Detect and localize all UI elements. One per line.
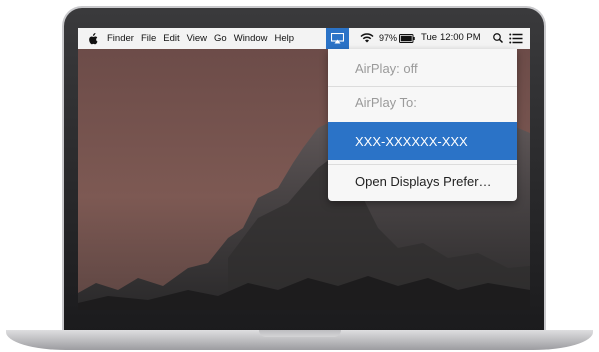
airplay-device-item[interactable]: XXX-XXXXXX-XXX (328, 122, 517, 160)
notification-list-icon[interactable] (509, 33, 523, 44)
menu-window[interactable]: Window (234, 33, 268, 44)
battery-percent: 97% (379, 33, 398, 43)
apple-logo-icon[interactable] (87, 32, 99, 45)
menu-edit[interactable]: Edit (163, 33, 179, 44)
clock-time[interactable]: 12:00 PM (440, 32, 481, 43)
laptop-opening-notch (259, 330, 341, 337)
menu-view[interactable]: View (187, 33, 207, 44)
airplay-icon[interactable] (326, 28, 349, 49)
menu-separator (328, 86, 517, 87)
airplay-to-header: AirPlay To: (355, 94, 417, 110)
menu-go[interactable]: Go (214, 33, 227, 44)
clock-day[interactable]: Tue (421, 32, 437, 43)
menu-items: Finder File Edit View Go Window Help (107, 33, 301, 44)
laptop-screen: Finder File Edit View Go Window Help 97% (78, 28, 530, 310)
open-displays-preferences-item[interactable]: Open Displays Prefer… (328, 167, 517, 195)
spotlight-search-icon[interactable] (492, 32, 504, 44)
battery-icon[interactable] (399, 34, 415, 43)
airplay-menu: AirPlay: off AirPlay To: XXX-XXXXXX-XXX … (328, 49, 517, 201)
wifi-icon[interactable] (360, 32, 374, 44)
airplay-status: AirPlay: off (355, 60, 418, 76)
menu-file[interactable]: File (141, 33, 156, 44)
menu-help[interactable]: Help (275, 33, 295, 44)
menu-finder[interactable]: Finder (107, 33, 134, 44)
menu-separator (328, 164, 517, 165)
menu-bar: Finder File Edit View Go Window Help 97% (78, 28, 530, 49)
